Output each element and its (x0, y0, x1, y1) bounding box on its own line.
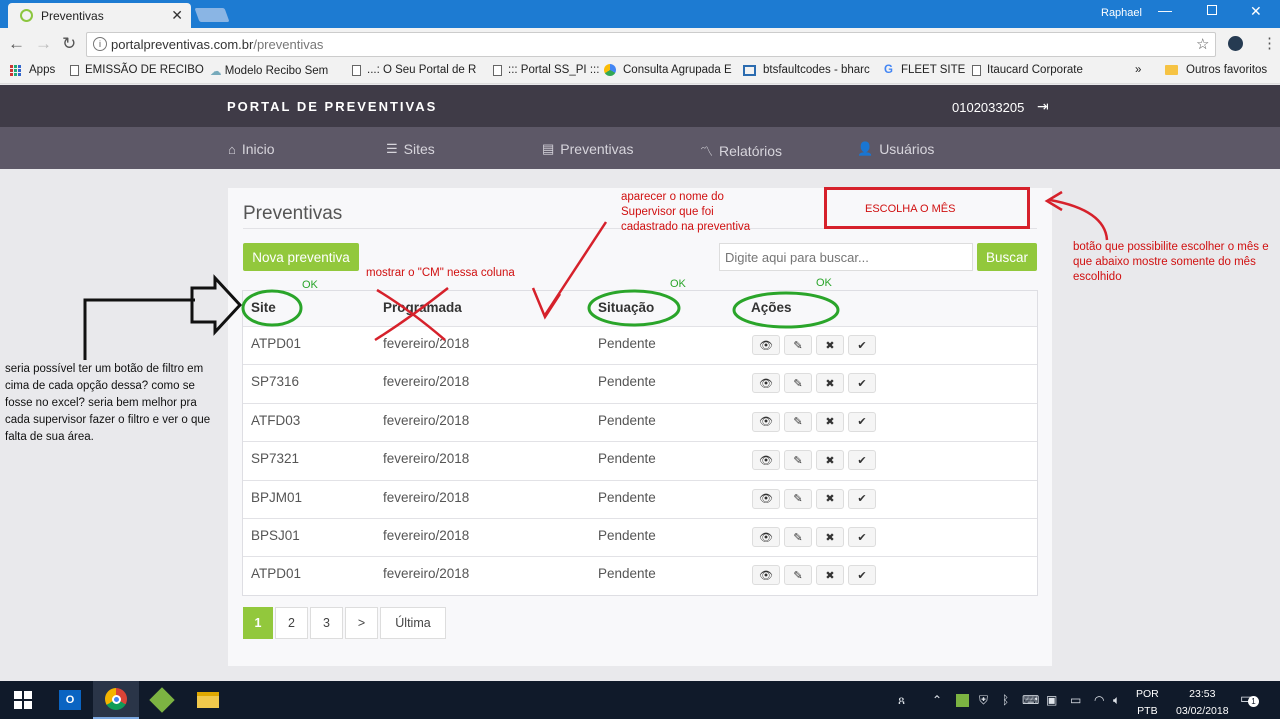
chrome-icon[interactable] (93, 681, 139, 719)
notification-icon[interactable]: ▭ 1 (1240, 690, 1259, 707)
windows-start-icon[interactable] (0, 681, 46, 719)
language-indicator[interactable]: POR PTB (1136, 686, 1159, 719)
wifi-icon[interactable]: ◠ (1094, 693, 1104, 707)
ok-ellipse-acoes (732, 291, 840, 329)
annotation-overlay (83, 190, 1109, 360)
bluetooth-icon[interactable]: ᛒ (1002, 693, 1009, 707)
filter-note: seria possível ter um botão de filtro em… (5, 363, 211, 443)
ok-ellipse-site (241, 289, 303, 327)
tray-app-icon[interactable] (956, 694, 969, 707)
volume-icon[interactable]: 🔈︎ (1113, 693, 1120, 708)
red-curved-arrow (1049, 198, 1109, 241)
supervisor-note: aparecer o nome do Supervisor que foi ca… (621, 191, 751, 233)
keyboard-icon[interactable]: ⌨ (1022, 693, 1039, 707)
black-arrow-head (190, 274, 243, 336)
ok-label-situacao: OK (670, 278, 686, 290)
display-icon[interactable]: ▣ (1046, 693, 1057, 707)
app-cube-icon[interactable] (139, 681, 185, 719)
system-clock[interactable]: 23:53 03/02/2018 (1176, 686, 1229, 719)
month-picker-annotation: ESCOLHA O MÊS (824, 187, 1030, 229)
ok-label-acoes: OK (816, 277, 832, 289)
black-arrow-line (83, 298, 195, 360)
outlook-icon[interactable]: O (47, 681, 93, 719)
ok-ellipse-situacao (587, 289, 681, 327)
ok-label-site: OK (302, 279, 318, 291)
shield-icon[interactable]: ⛨ (979, 693, 988, 708)
people-icon[interactable]: ጸ (898, 693, 905, 708)
tray-expand-icon[interactable]: ⌃ (932, 693, 942, 707)
file-explorer-icon[interactable] (185, 681, 231, 719)
red-arrow-head (531, 287, 562, 320)
battery-icon[interactable]: ▭ (1070, 693, 1081, 707)
month-note: botão que possibilite escolher o mês e q… (1073, 241, 1269, 283)
cm-note: mostrar o "CM" nessa coluna (366, 267, 515, 279)
